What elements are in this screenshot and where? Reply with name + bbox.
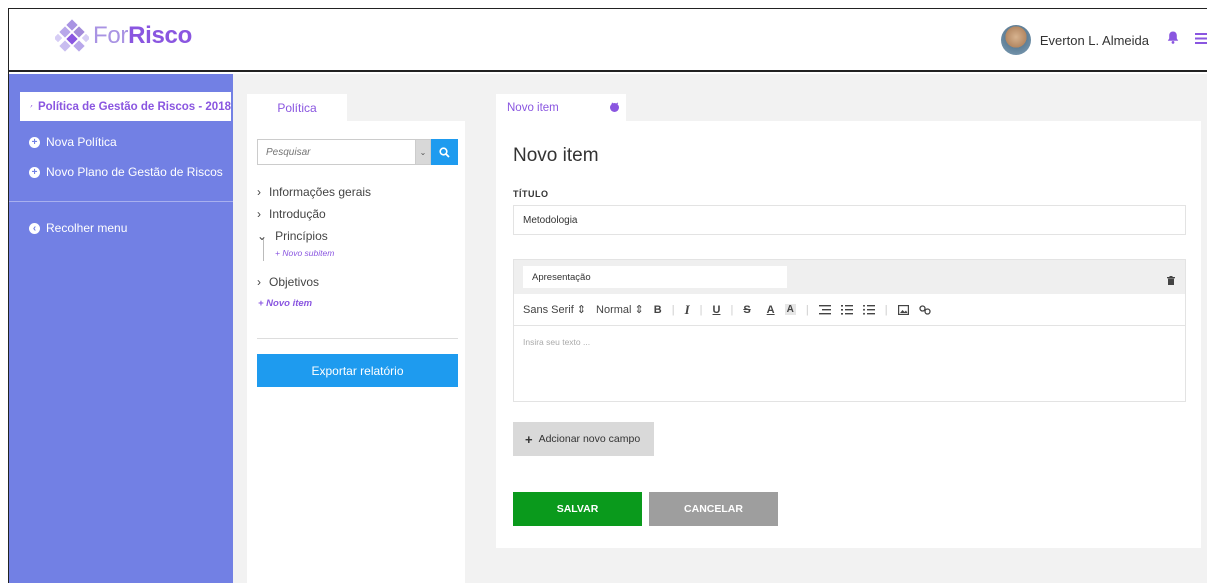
- plus-circle-icon: +: [29, 166, 40, 178]
- tab-politica[interactable]: Política: [247, 94, 347, 121]
- search-button[interactable]: [431, 139, 458, 165]
- toolbar-separator: |: [805, 303, 809, 316]
- plus-icon: +: [525, 431, 533, 447]
- save-button[interactable]: SALVAR: [513, 492, 642, 526]
- search-icon: [439, 146, 450, 158]
- chevron-right-icon: ›: [257, 207, 261, 221]
- user-area: Everton L. Almeida: [1000, 25, 1207, 55]
- avatar[interactable]: [1000, 25, 1031, 55]
- arrow-left-circle-icon: ‹: [29, 222, 40, 234]
- sidebar-item-active-policy[interactable]: Política de Gestão de Riscos - 2018: [20, 92, 231, 121]
- font-size-select[interactable]: Normal ⇕: [596, 303, 644, 316]
- editor-toolbar: Sans Serif ⇕ Normal ⇕ B | I | U | S A A …: [514, 294, 1185, 326]
- plus-circle-icon: +: [29, 136, 40, 148]
- policy-panel-body: ⌄ › Informações gerais › Introdução ⌄ Pr…: [247, 121, 465, 583]
- trash-icon[interactable]: [1167, 272, 1175, 290]
- add-field-button[interactable]: + Adcionar novo campo: [513, 422, 654, 456]
- editor-content[interactable]: Insira seu texto ...: [514, 326, 1185, 358]
- new-subitem-link[interactable]: + Novo subitem: [275, 248, 334, 258]
- bell-icon[interactable]: [1167, 31, 1179, 49]
- gavel-icon: [30, 104, 33, 108]
- export-report-button[interactable]: Exportar relatório: [257, 354, 458, 387]
- logo-diamond-icon: [55, 19, 89, 52]
- link-icon[interactable]: [918, 304, 931, 315]
- toolbar-separator: |: [671, 303, 675, 316]
- panel-divider: [257, 338, 458, 339]
- tree-connector: [263, 239, 264, 261]
- align-icon[interactable]: [818, 304, 831, 315]
- hamburger-menu-icon[interactable]: [1195, 31, 1207, 49]
- cancel-button[interactable]: CANCELAR: [649, 492, 778, 526]
- sidebar-item-label: Nova Política: [46, 135, 117, 149]
- top-bar: ForRisco Everton L. Almeida: [9, 9, 1207, 72]
- section-header: Apresentação: [514, 260, 1185, 294]
- tree-item[interactable]: › Informações gerais: [257, 185, 371, 199]
- background-color-button[interactable]: A: [784, 304, 796, 315]
- toolbar-separator: |: [730, 303, 734, 316]
- sidebar-item-label: Política de Gestão de Riscos - 2018: [37, 100, 231, 113]
- tree-item[interactable]: › Introdução: [257, 207, 326, 221]
- rich-text-editor: Apresentação Sans Serif ⇕ Normal ⇕ B | I…: [513, 259, 1186, 402]
- editor-panel: Novo item ✕ Novo item TÍTULO Metodologia…: [465, 74, 1207, 583]
- tab-label: Novo item: [507, 101, 559, 114]
- text-color-button[interactable]: A: [767, 304, 775, 316]
- close-icon[interactable]: ✕: [610, 101, 620, 113]
- chevron-right-icon: ›: [257, 185, 261, 199]
- chevron-down-icon[interactable]: ⌄: [415, 139, 431, 165]
- ordered-list-icon[interactable]: [840, 304, 853, 315]
- tab-novo-item[interactable]: Novo item ✕: [496, 94, 626, 121]
- title-field[interactable]: Metodologia: [513, 205, 1186, 235]
- font-family-select[interactable]: Sans Serif ⇕: [523, 303, 586, 316]
- editor-card: Novo item TÍTULO Metodologia Apresentaçã…: [496, 121, 1201, 548]
- policy-panel: Política ⌄ › Informações gerais › Introd…: [233, 74, 465, 583]
- sidebar-item-nova-politica[interactable]: + Nova Política: [29, 135, 117, 149]
- user-name[interactable]: Everton L. Almeida: [1040, 33, 1149, 48]
- sidebar-divider: [9, 201, 233, 202]
- toolbar-separator: |: [884, 303, 888, 316]
- logo[interactable]: ForRisco: [55, 19, 192, 53]
- underline-button[interactable]: U: [713, 304, 721, 316]
- image-icon[interactable]: [897, 304, 909, 315]
- strikethrough-button[interactable]: S: [743, 304, 750, 316]
- tree-item[interactable]: › Objetivos: [257, 275, 319, 289]
- tree-item[interactable]: ⌄ Princípios: [257, 229, 328, 243]
- sidebar-item-collapse[interactable]: ‹ Recolher menu: [29, 221, 127, 235]
- bold-button[interactable]: B: [654, 304, 662, 316]
- new-item-link[interactable]: + Novo item: [258, 298, 312, 309]
- bullet-list-icon[interactable]: [862, 304, 875, 315]
- sidebar-item-label: Novo Plano de Gestão de Riscos: [46, 165, 223, 179]
- search-input[interactable]: [257, 139, 415, 165]
- page-title: Novo item: [513, 145, 599, 166]
- toolbar-separator: |: [699, 303, 703, 316]
- add-field-label: Adcionar novo campo: [538, 433, 641, 445]
- sidebar-item-novo-plano[interactable]: + Novo Plano de Gestão de Riscos: [29, 165, 223, 179]
- search-bar: ⌄: [257, 139, 458, 165]
- sidebar-item-label: Recolher menu: [46, 221, 128, 235]
- italic-button[interactable]: I: [685, 302, 690, 318]
- sidebar: Política de Gestão de Riscos - 2018 + No…: [9, 74, 233, 583]
- logo-text: ForRisco: [93, 22, 192, 49]
- chevron-right-icon: ›: [257, 275, 261, 289]
- title-label: TÍTULO: [513, 189, 549, 199]
- section-name-field[interactable]: Apresentação: [523, 266, 787, 288]
- app-frame: ForRisco Everton L. Almeida Política de …: [8, 8, 1207, 583]
